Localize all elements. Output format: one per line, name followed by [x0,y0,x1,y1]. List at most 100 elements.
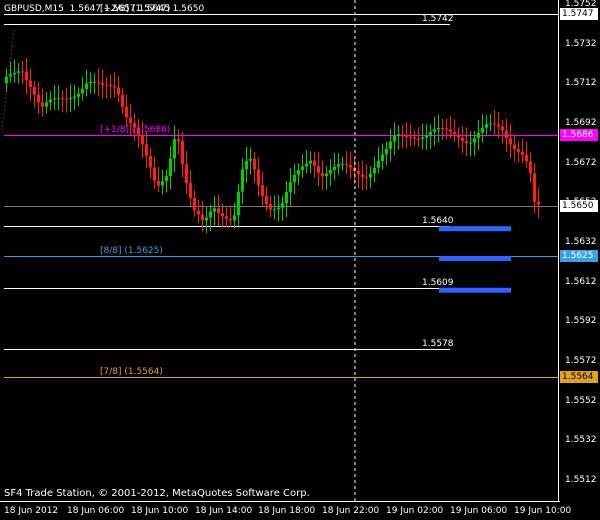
level-price-label: 1.5742 [422,13,454,24]
bull-candle [437,128,440,130]
price-box-plus1: 1.5686 [560,128,598,141]
bear-candle [25,71,28,81]
bear-candle [417,138,420,140]
level-price-label: 1.5609 [422,277,454,288]
bull-candle [161,181,164,186]
bear-candle [105,84,108,86]
bear-candle [257,169,260,186]
bear-candle [361,174,364,177]
bull-candle [73,96,76,99]
price-tick: 1.5712 [565,78,597,89]
bull-candle [305,163,308,167]
bull-candle [233,215,236,221]
copyright-text: SF4 Trade Station, © 2001-2012, MetaQuot… [4,488,310,499]
bear-candle [141,134,144,145]
price-tick: 1.5532 [565,435,597,446]
bull-candle [429,131,432,136]
time-tick: 18 Jun 18:00 [258,506,316,516]
bear-candle [313,160,316,166]
blue-level-bar [439,255,511,261]
bear-candle [529,161,532,174]
bear-candle [221,213,224,217]
bull-candle [293,174,296,183]
bear-candle [217,208,220,214]
bull-candle [45,102,48,107]
murrey-label-plus1: [+1/8] (1.5686) [100,124,171,135]
bear-candle [145,144,148,156]
bear-candle [441,128,444,130]
bear-candle [493,123,496,125]
time-axis[interactable]: 18 Jun 2012 18 Jun 06:00 18 Jun 10:00 18… [0,502,600,520]
bull-candle [13,72,16,75]
bull-candle [489,123,492,125]
bull-candle [341,163,344,165]
bull-candle [169,158,172,177]
horizontal-levels [0,0,560,502]
price-box-plus2: 1.5747 [560,7,598,20]
bear-candle [409,136,412,138]
bear-candle [445,128,448,130]
bull-candle [173,139,176,159]
bear-candle [109,84,112,87]
bull-candle [249,158,252,161]
price-axis[interactable]: 1.5752 1.5732 1.5712 1.5692 1.5672 1.565… [558,0,600,502]
blue-level-bar [439,287,511,293]
bear-candle [121,94,124,107]
bear-candle [185,164,188,184]
bear-candle [189,183,192,198]
bear-candle [349,164,352,168]
price-tick: 1.5552 [565,395,597,406]
bear-candle [365,176,368,178]
bull-candle [77,93,80,97]
bear-candle [517,149,520,152]
murrey-label-8-8: [8/8] (1.5625) [100,245,163,256]
level-price-label: 1.5578 [422,338,454,349]
bear-candle [509,138,512,145]
bull-candle [9,74,12,77]
bull-candle [477,132,480,139]
bear-candle [21,71,24,73]
bear-candle [41,102,44,107]
bull-candle [473,138,476,143]
bear-candle [461,137,464,142]
bear-candle [33,87,36,95]
bull-candle [469,142,472,144]
bear-candle [457,134,460,138]
bull-candle [393,136,396,142]
price-box-8-8: 1.5625 [560,249,598,262]
bull-candle [213,208,216,212]
bear-candle [153,167,156,181]
bear-candle [113,86,116,88]
bear-candle [197,210,200,215]
time-tick: 18 Jun 06:00 [67,506,125,516]
time-tick: 18 Jun 14:00 [195,506,253,516]
price-chart[interactable] [0,0,560,502]
bull-candle [289,182,292,193]
level-price-label: 1.5640 [422,215,454,226]
price-tick: 1.5732 [565,38,597,49]
bull-candle [337,164,340,167]
bull-candle [481,127,484,133]
bear-candle [181,140,184,165]
bear-candle [533,173,536,202]
bear-candle [357,171,360,175]
bear-candle [193,197,196,211]
murrey-label-7-8: [7/8] (1.5564) [100,366,163,377]
bull-candle [369,173,372,178]
bull-candle [49,99,52,103]
price-tick: 1.5592 [565,316,597,327]
bull-candle [389,141,392,149]
bull-candle [381,154,384,162]
bear-candle [453,131,456,135]
bear-candle [149,155,152,168]
bull-candle [377,161,380,168]
bear-candle [177,139,180,141]
price-tick: 1.5632 [565,237,597,248]
bear-candle [265,195,268,205]
price-tick: 1.5672 [565,157,597,168]
bear-candle [61,98,64,100]
chart-area[interactable]: GBPUSD,M15 1.5647 1.5657 1.5645 1.5650 [… [0,0,560,502]
bull-candle [93,81,96,83]
price-tick: 1.5612 [565,276,597,287]
bear-candle [37,94,40,103]
